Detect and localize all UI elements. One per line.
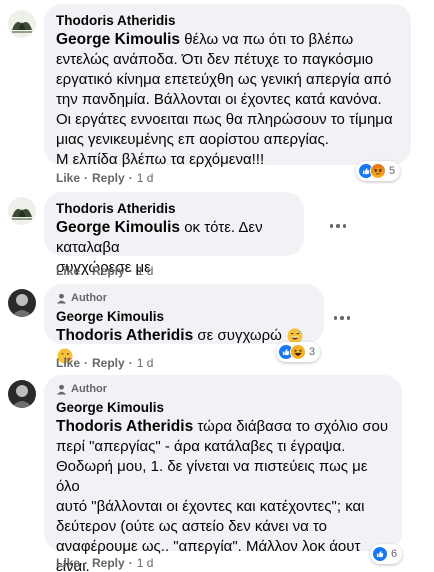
reply-button[interactable]: Reply (92, 556, 125, 570)
reaction-summary[interactable]: 6 (370, 544, 403, 564)
separator: · (128, 556, 133, 570)
reaction-count: 6 (391, 548, 398, 560)
comment-bubble: Author George Kimoulis Thodoris Atheridi… (44, 375, 402, 572)
like-button[interactable]: Like (56, 171, 80, 185)
comment-line: εντελώς ανάποδα. Ότι δεν πέτυχε το παγκό… (56, 51, 374, 68)
timestamp[interactable]: 1 d (137, 264, 154, 278)
angry-icon (370, 163, 386, 179)
mention-link[interactable]: Thodoris Atheridis (56, 327, 193, 344)
avatar-image (8, 10, 36, 38)
comment-bubble: Thodoris Atheridis George Kimoulis θέλω … (44, 4, 411, 168)
author-badge: Author (56, 292, 312, 304)
comment-text: George Kimoulis θέλω να πω ότι το βλέπω … (56, 30, 399, 170)
avatar-image (8, 197, 36, 225)
author-badge-label: Author (71, 292, 108, 304)
comment-bubble: Thodoris Atheridis George Kimoulis οκ τό… (44, 192, 304, 276)
reaction-summary[interactable]: 5 (356, 161, 401, 181)
reply-button[interactable]: Reply (92, 171, 125, 185)
reply-button[interactable]: Reply (92, 264, 125, 278)
avatar[interactable] (8, 197, 36, 225)
separator: · (84, 556, 89, 570)
comment-actions: Like · Reply · 1 d (56, 171, 153, 185)
reaction-summary[interactable]: 3 (276, 342, 321, 362)
avatar[interactable] (8, 380, 36, 408)
separator: · (128, 356, 133, 370)
avatar-image (8, 289, 36, 317)
comment-line: αυτό "βάλλονται οι έχοντες και κατέχοντε… (56, 498, 365, 515)
comment-actions: Like · Reply · 1 d (56, 356, 153, 370)
comment-text: Thodoris Atheridis τώρα διάβασα το σχόλι… (56, 417, 390, 572)
comment-author-name[interactable]: George Kimoulis (56, 308, 312, 326)
avatar[interactable] (8, 10, 36, 38)
comment-line: Μ ελπίδα βλέπω τα ερχόμενα!!! (56, 151, 265, 168)
separator: · (84, 264, 89, 278)
comment-line: Θοδωρή μου, 1. δε γίνεται να πιστεύεις π… (56, 458, 368, 495)
comment-bubble: Author George Kimoulis Thodoris Atheridi… (44, 284, 324, 364)
comment-line: την πανδημία. Βάλλονται οι έχοντες κατά … (56, 91, 382, 108)
comment-line: σε συγχωρώ (197, 327, 282, 344)
comment-line: εργατικό κίνημα επετεύχθη ως γενική απερ… (56, 71, 392, 88)
author-badge-icon (56, 293, 67, 304)
timestamp[interactable]: 1 d (137, 356, 154, 370)
comment-author-name[interactable]: Thodoris Atheridis (56, 200, 292, 218)
separator: · (128, 264, 133, 278)
author-badge-label: Author (71, 383, 108, 395)
comment-author-name[interactable]: Thodoris Atheridis (56, 12, 399, 30)
comment-line: δεύτερον (ούτε ως αστείο δεν κάνει να το (56, 518, 327, 535)
timestamp[interactable]: 1 d (137, 171, 154, 185)
like-icon (372, 546, 388, 562)
like-button[interactable]: Like (56, 356, 80, 370)
comment-line: τώρα διάβασα το σχόλιο σου (197, 418, 389, 435)
comment-line: αναφέρουμε ως.. "απεργία". Μάλλον λοκ άο… (56, 538, 361, 555)
separator: · (84, 171, 89, 185)
reaction-count: 5 (389, 165, 396, 177)
like-button[interactable]: Like (56, 264, 80, 278)
haha-icon (290, 344, 306, 360)
comment-line: θέλω να πω ότι το βλέπω (184, 31, 354, 48)
separator: · (128, 171, 133, 185)
reaction-count: 3 (309, 346, 316, 358)
comment-line: Οι εργάτες εννοειται πως θα πληρώσουν το… (56, 111, 393, 128)
avatar[interactable] (8, 289, 36, 317)
like-button[interactable]: Like (56, 556, 80, 570)
mention-link[interactable]: George Kimoulis (56, 219, 180, 236)
comment-line: περί "απεργίας" - άρα κατάλαβες τι έγραψ… (56, 438, 346, 455)
comment-line: μιας γενικευμένης επ αορίστου απεργίας. (56, 131, 329, 148)
comment-actions: Like · Reply · 1 d (56, 264, 153, 278)
reply-button[interactable]: Reply (92, 356, 125, 370)
mention-link[interactable]: George Kimoulis (56, 31, 180, 48)
comment-author-name[interactable]: George Kimoulis (56, 399, 390, 417)
author-badge-icon (56, 384, 67, 395)
more-options-icon[interactable] (330, 310, 354, 326)
more-options-icon[interactable] (326, 218, 350, 234)
timestamp[interactable]: 1 d (137, 556, 154, 570)
comment-actions: Like · Reply · 1 d (56, 556, 153, 570)
mention-link[interactable]: Thodoris Atheridis (56, 418, 193, 435)
avatar-image (8, 380, 36, 408)
separator: · (84, 356, 89, 370)
author-badge: Author (56, 383, 390, 395)
